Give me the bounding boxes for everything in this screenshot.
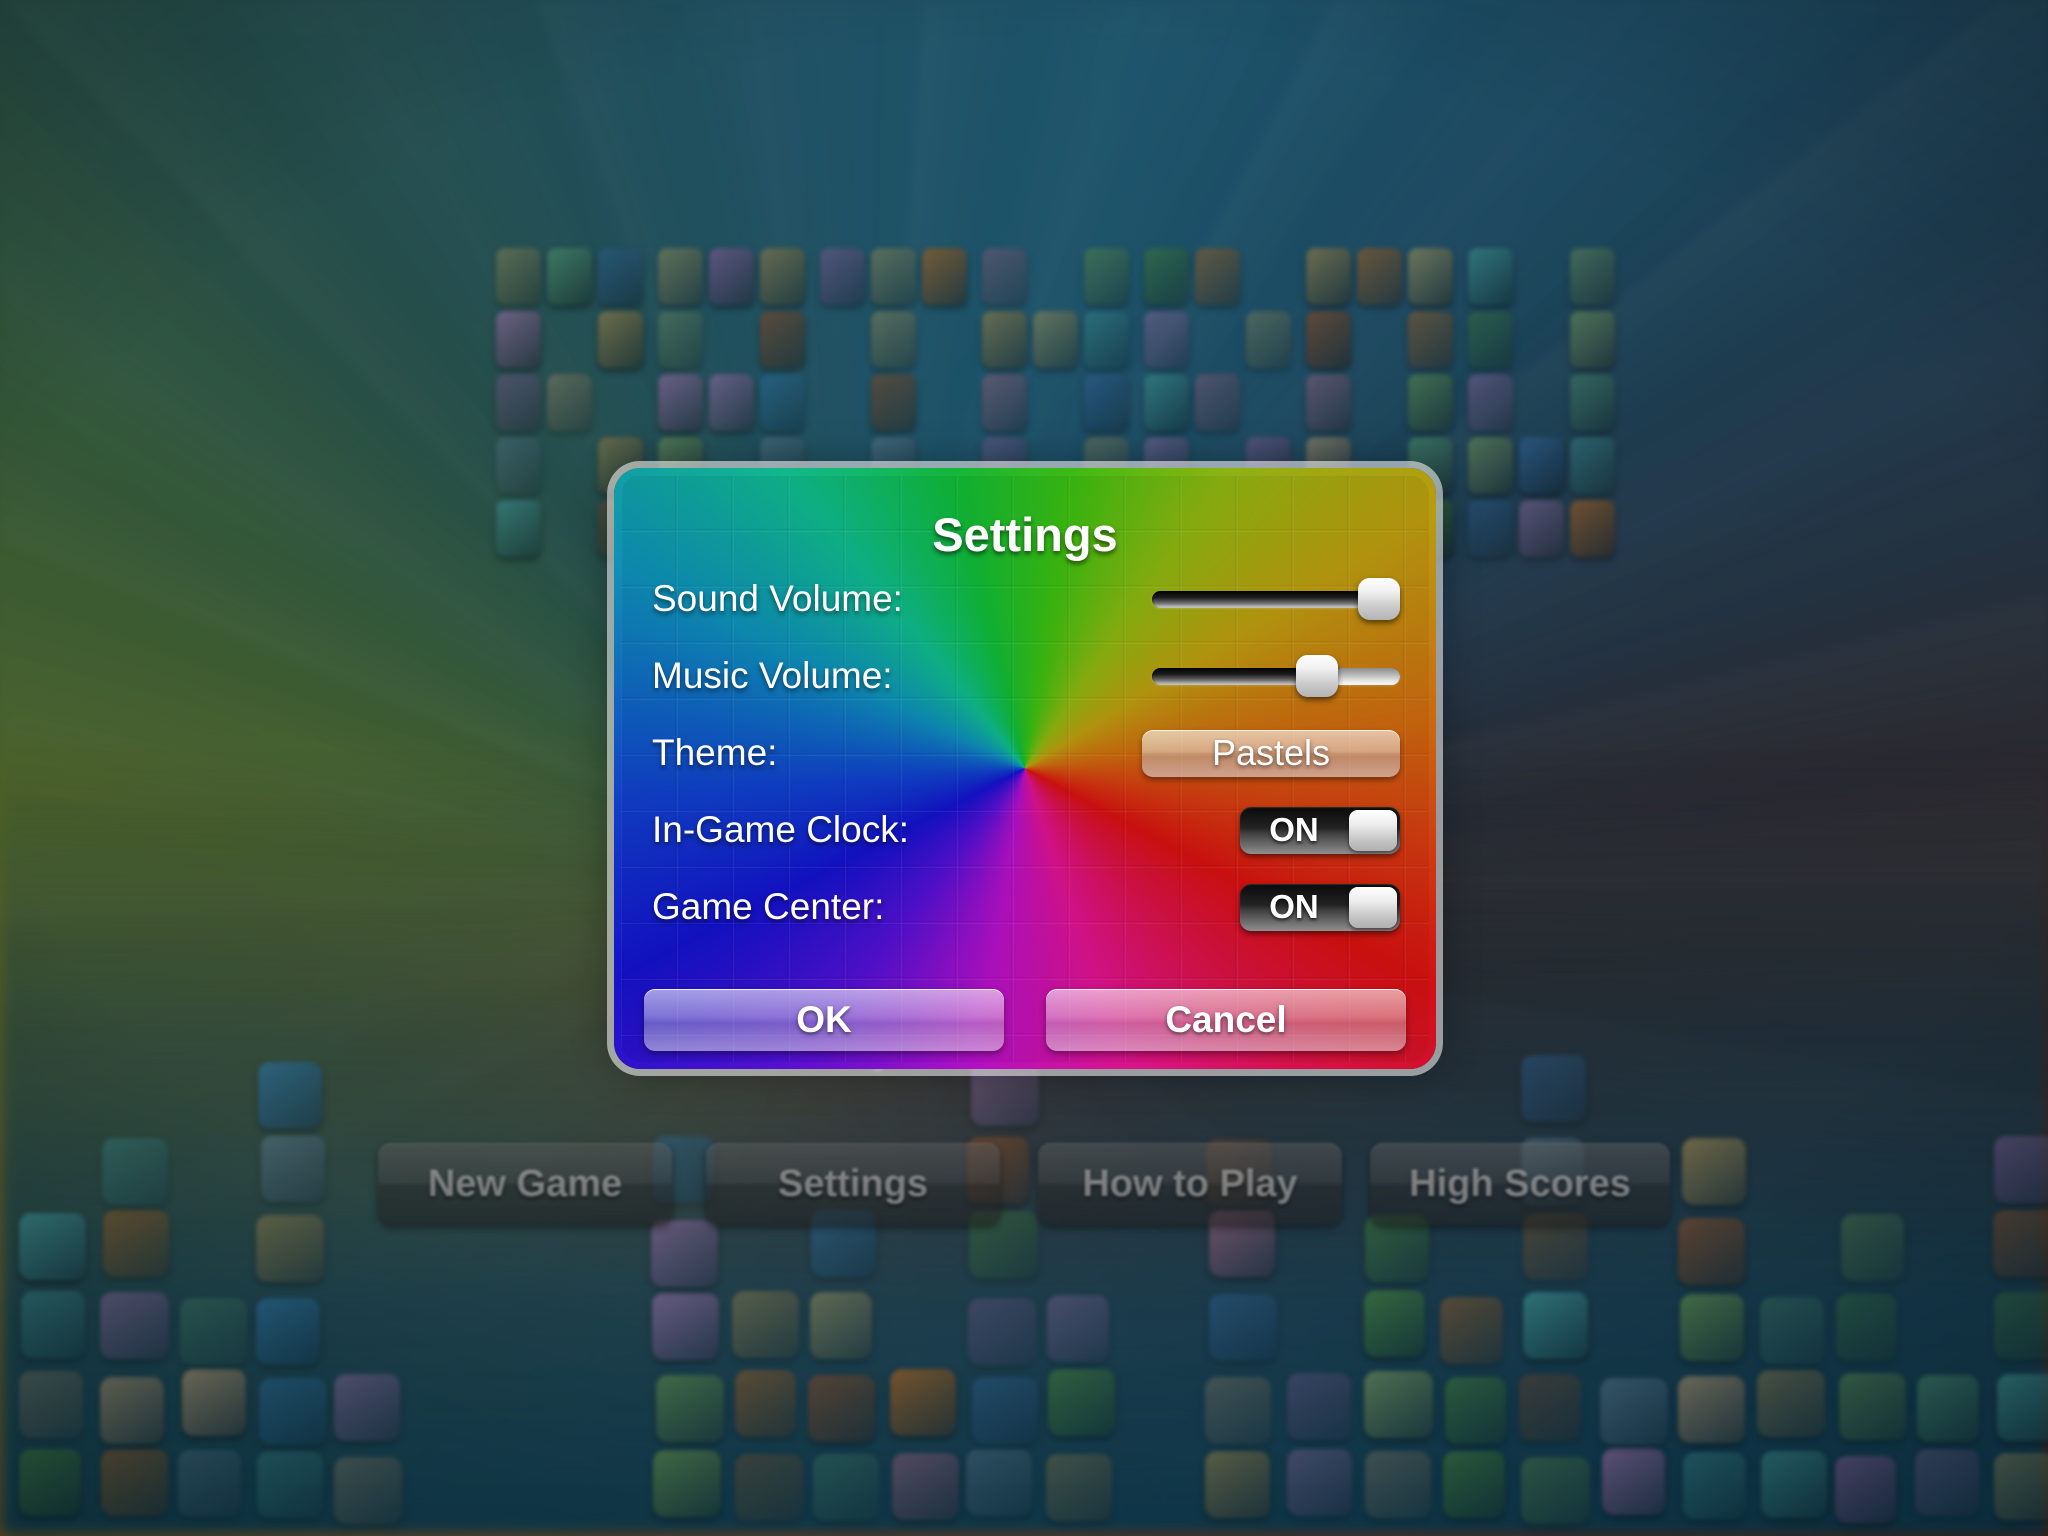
row-theme: Theme: Pastels [614, 723, 1436, 783]
game-center-toggle-knob[interactable] [1349, 886, 1397, 928]
game-screen: By Nick Lockwood New Game Settings How t… [0, 0, 2048, 1536]
theme-select-button[interactable]: Pastels [1142, 729, 1400, 777]
theme-label: Theme: [652, 732, 778, 773]
sound-volume-label: Sound Volume: [652, 578, 903, 619]
in-game-clock-toggle-state: ON [1269, 811, 1319, 848]
row-music-volume: Music Volume: [614, 646, 1436, 706]
music-volume-slider[interactable] [1152, 655, 1400, 697]
game-center-toggle-state: ON [1269, 888, 1319, 925]
game-center-toggle[interactable]: ON [1240, 883, 1400, 931]
cancel-button[interactable]: Cancel [1046, 989, 1406, 1051]
in-game-clock-label: In-Game Clock: [652, 809, 910, 850]
in-game-clock-toggle-knob[interactable] [1349, 809, 1397, 851]
game-center-label: Game Center: [652, 886, 885, 927]
row-in-game-clock: In-Game Clock: ON [614, 800, 1436, 860]
ok-button[interactable]: OK [644, 989, 1004, 1051]
music-volume-thumb[interactable] [1296, 655, 1338, 697]
row-game-center: Game Center: ON [614, 877, 1436, 937]
sound-volume-slider[interactable] [1152, 578, 1400, 620]
settings-dialog: Settings Sound Volume: Music Volume: The… [614, 468, 1436, 1069]
row-sound-volume: Sound Volume: [614, 569, 1436, 629]
music-volume-remainder [1332, 668, 1400, 685]
dialog-content: Settings Sound Volume: Music Volume: The… [614, 468, 1436, 1069]
dialog-title: Settings [932, 508, 1118, 561]
dialog-actions: OK Cancel [614, 989, 1436, 1051]
in-game-clock-toggle[interactable]: ON [1240, 806, 1400, 854]
sound-volume-thumb[interactable] [1358, 578, 1400, 620]
music-volume-label: Music Volume: [652, 655, 893, 696]
